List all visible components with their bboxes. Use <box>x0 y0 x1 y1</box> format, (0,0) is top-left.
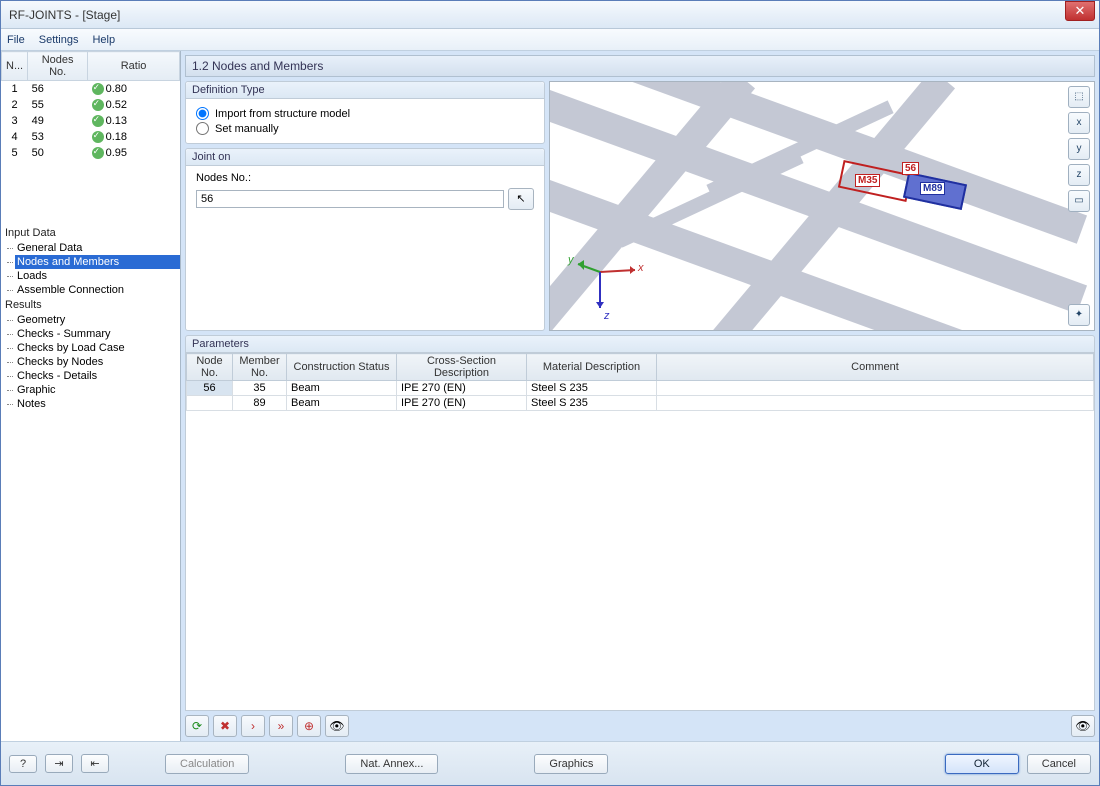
view-toggle-button[interactable]: 👁 <box>325 715 349 737</box>
tree-input-data[interactable]: Input Data <box>5 227 180 239</box>
calculation-button[interactable]: Calculation <box>165 754 249 774</box>
table-row[interactable]: 1560.80 <box>2 81 180 98</box>
axis-y-label: y <box>568 254 574 266</box>
view-z-button[interactable]: z <box>1068 164 1090 186</box>
definition-type-group: Definition Type Import from structure mo… <box>185 81 545 144</box>
radio-import[interactable] <box>196 107 209 120</box>
graphics-button[interactable]: Graphics <box>534 754 608 774</box>
tree-checks-details[interactable]: Checks - Details <box>15 369 180 383</box>
tree-nodes-members[interactable]: Nodes and Members <box>15 255 180 269</box>
content-header: 1.2 Nodes and Members <box>185 55 1095 77</box>
col-comment[interactable]: Comment <box>657 354 1094 381</box>
check-icon <box>92 115 104 127</box>
refresh-button[interactable]: ⟳ <box>185 715 209 737</box>
fast-forward-button[interactable]: » <box>269 715 293 737</box>
table-row[interactable]: 2550.52 <box>2 97 180 113</box>
next-button[interactable]: › <box>241 715 265 737</box>
view-box-button[interactable]: ▭ <box>1068 190 1090 212</box>
view-settings-button[interactable]: ✦ <box>1068 304 1090 326</box>
table-row[interactable]: 5500.95 <box>2 145 180 161</box>
tree-graphic[interactable]: Graphic <box>15 383 180 397</box>
group-title: Joint on <box>186 149 544 166</box>
eye-right-button[interactable]: 👁 <box>1071 715 1095 737</box>
ok-button[interactable]: OK <box>945 754 1019 774</box>
menubar: File Settings Help <box>1 29 1099 51</box>
export-button[interactable]: ⇤ <box>81 754 109 773</box>
col-construction[interactable]: Construction Status <box>287 354 397 381</box>
tree-notes[interactable]: Notes <box>15 397 180 411</box>
3d-viewport[interactable]: M35 56 M89 x y z ⬚ x y <box>549 81 1095 331</box>
col-node-no[interactable]: Node No. <box>187 354 233 381</box>
check-icon <box>92 147 104 159</box>
col-member-no[interactable]: Member No. <box>233 354 287 381</box>
tree-loads[interactable]: Loads <box>15 269 180 283</box>
window-title: RF-JOINTS - [Stage] <box>1 8 120 22</box>
parameters-title: Parameters <box>185 335 1095 353</box>
radio-import-label: Import from structure model <box>215 108 350 120</box>
nodes-no-label: Nodes No.: <box>196 172 534 184</box>
axis-z-label: z <box>604 310 610 322</box>
left-pane: N... Nodes No. Ratio 1560.80 2550.52 349… <box>1 51 181 741</box>
table-row[interactable]: 4530.18 <box>2 129 180 145</box>
tree-checks-loadcase[interactable]: Checks by Load Case <box>15 341 180 355</box>
col-nodes[interactable]: Nodes No. <box>28 52 88 81</box>
grid-row[interactable]: 89 Beam IPE 270 (EN) Steel S 235 <box>187 396 1094 411</box>
axis-gizmo <box>570 242 650 322</box>
view-iso-button[interactable]: ⬚ <box>1068 86 1090 108</box>
nodes-ratio-table[interactable]: N... Nodes No. Ratio 1560.80 2550.52 349… <box>1 51 180 161</box>
nodes-no-input[interactable] <box>196 190 504 208</box>
menu-help[interactable]: Help <box>92 34 115 46</box>
radio-manual[interactable] <box>196 122 209 135</box>
col-material[interactable]: Material Description <box>527 354 657 381</box>
check-icon <box>92 131 104 143</box>
col-cross-section[interactable]: Cross-Section Description <box>397 354 527 381</box>
member-label-m35: M35 <box>855 174 880 187</box>
content-area: 1.2 Nodes and Members Definition Type Im… <box>181 51 1099 741</box>
tree-general-data[interactable]: General Data <box>15 241 180 255</box>
tree-checks-summary[interactable]: Checks - Summary <box>15 327 180 341</box>
tree-results[interactable]: Results <box>5 299 180 311</box>
axis-x-label: x <box>638 262 644 274</box>
bottom-bar: ? ⇥ ⇤ Calculation Nat. Annex... Graphics… <box>1 741 1099 785</box>
titlebar: RF-JOINTS - [Stage] ✕ <box>1 1 1099 29</box>
view-x-button[interactable]: x <box>1068 112 1090 134</box>
node-label-56: 56 <box>902 162 919 175</box>
radio-manual-label: Set manually <box>215 123 279 135</box>
parameters-grid[interactable]: Node No. Member No. Construction Status … <box>186 353 1094 411</box>
help-button[interactable]: ? <box>9 755 37 773</box>
tree-assemble[interactable]: Assemble Connection <box>15 283 180 297</box>
import-button[interactable]: ⇥ <box>45 754 73 773</box>
member-label-m89: M89 <box>920 182 945 195</box>
params-toolbar: ⟳ ✖ › » ⊕ 👁 👁 <box>185 715 1095 737</box>
check-icon <box>92 99 104 111</box>
tree-geometry[interactable]: Geometry <box>15 313 180 327</box>
col-idx[interactable]: N... <box>2 52 28 81</box>
view-y-button[interactable]: y <box>1068 138 1090 160</box>
table-row[interactable]: 3490.13 <box>2 113 180 129</box>
close-button[interactable]: ✕ <box>1065 1 1095 21</box>
delete-button[interactable]: ✖ <box>213 715 237 737</box>
col-ratio[interactable]: Ratio <box>88 52 180 81</box>
tree-checks-nodes[interactable]: Checks by Nodes <box>15 355 180 369</box>
add-member-button[interactable]: ⊕ <box>297 715 321 737</box>
pick-node-button[interactable]: ↖ <box>508 188 534 210</box>
nat-annex-button[interactable]: Nat. Annex... <box>345 754 438 774</box>
group-title: Definition Type <box>186 82 544 99</box>
menu-settings[interactable]: Settings <box>39 34 79 46</box>
cancel-button[interactable]: Cancel <box>1027 754 1091 774</box>
joint-on-group: Joint on Nodes No.: ↖ <box>185 148 545 331</box>
menu-file[interactable]: File <box>7 34 25 46</box>
grid-row[interactable]: 56 35 Beam IPE 270 (EN) Steel S 235 <box>187 381 1094 396</box>
nav-tree[interactable]: Input Data General Data Nodes and Member… <box>1 221 180 741</box>
check-icon <box>92 83 104 95</box>
